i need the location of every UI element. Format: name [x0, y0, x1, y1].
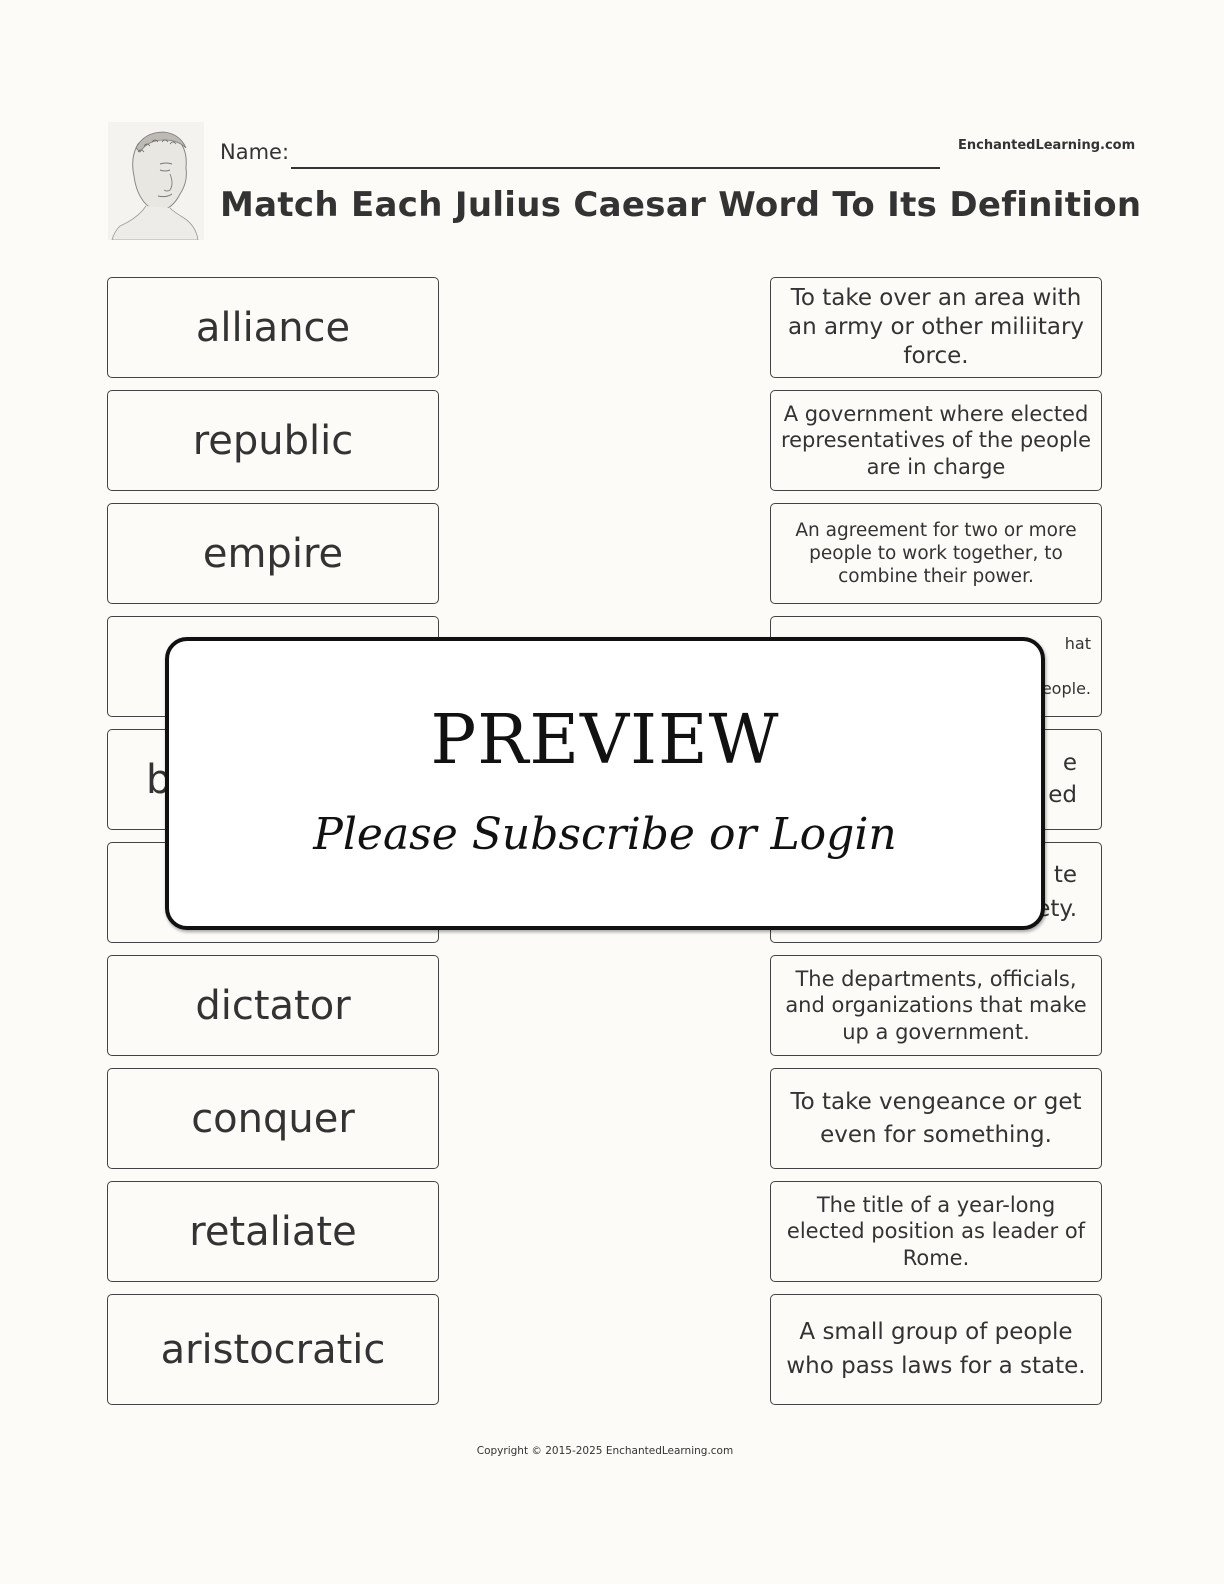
definition-card: An agreement for two or more people to w…	[770, 503, 1102, 604]
word-card: empire	[107, 503, 439, 604]
definition-card: A small group of people who pass laws fo…	[770, 1294, 1102, 1405]
definition-text: hat eople.	[1041, 633, 1091, 698]
definition-card: The departments, officials, and organiza…	[770, 955, 1102, 1056]
definition-text: To take vengeance or get even for someth…	[790, 1089, 1082, 1148]
preview-overlay[interactable]: PREVIEW Please Subscribe or Login	[165, 637, 1045, 930]
definition-text: e ed	[1048, 750, 1077, 808]
definition-card: To take over an area with an army or oth…	[770, 277, 1102, 378]
copyright-footer: Copyright © 2015-2025 EnchantedLearning.…	[476, 1445, 734, 1457]
definition-text: An agreement for two or more people to w…	[795, 519, 1077, 588]
word-text: republic	[192, 417, 354, 464]
word-card: conquer	[107, 1068, 439, 1169]
site-brand: EnchantedLearning.com	[958, 138, 1136, 153]
word-text: aristocratic	[160, 1326, 386, 1373]
name-input-line[interactable]	[291, 167, 940, 169]
definition-text: The title of a year-long elected positio…	[786, 1193, 1086, 1270]
word-card: alliance	[107, 277, 439, 378]
julius-caesar-bust-icon	[108, 122, 204, 241]
definition-text: The departments, officials, and organiza…	[785, 967, 1087, 1044]
definition-text: To take over an area with an army or oth…	[787, 285, 1085, 369]
word-card: republic	[107, 390, 439, 491]
word-text: retaliate	[189, 1208, 357, 1255]
word-text: empire	[202, 530, 344, 577]
word-card: dictator	[107, 955, 439, 1056]
definition-card: To take vengeance or get even for someth…	[770, 1068, 1102, 1169]
definition-text: A small group of people who pass laws fo…	[786, 1319, 1086, 1379]
word-card: aristocratic	[107, 1294, 439, 1405]
name-label: Name:	[220, 140, 290, 164]
definition-card: The title of a year-long elected positio…	[770, 1181, 1102, 1282]
preview-title: PREVIEW	[430, 701, 780, 780]
subscribe-login-prompt[interactable]: Please Subscribe or Login	[169, 809, 1041, 860]
word-text: dictator	[195, 982, 351, 1029]
word-card: retaliate	[107, 1181, 439, 1282]
definition-text: A government where elected representativ…	[780, 402, 1092, 479]
word-text: alliance	[195, 304, 351, 351]
definition-card: A government where elected representativ…	[770, 390, 1102, 491]
word-text: conquer	[191, 1095, 355, 1142]
page-title: Match Each Julius Caesar Word To Its Def…	[220, 185, 1142, 225]
